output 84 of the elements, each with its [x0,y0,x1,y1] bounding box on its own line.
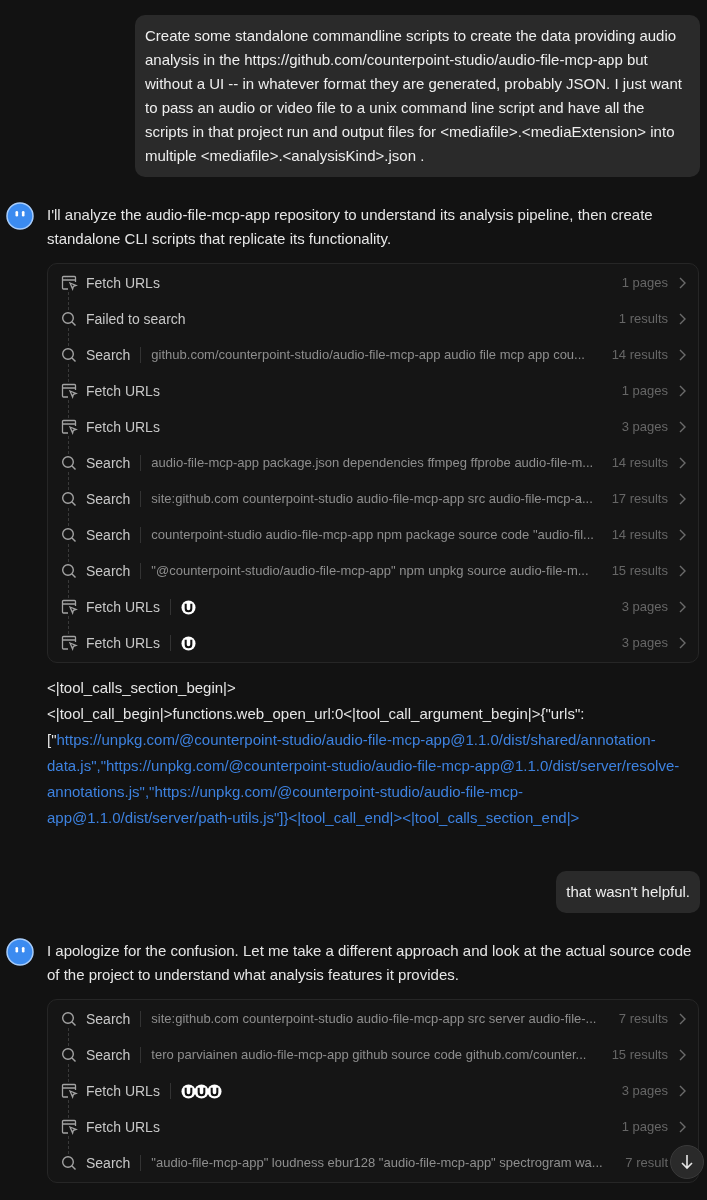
chevron-right-icon [678,1121,686,1133]
browser-cursor-icon [60,1083,78,1099]
search-query: audio-file-mcp-app package.json dependencies ffmpeg ffprobe audio-file-m... [151,454,595,473]
result-count: 3 pages [621,418,668,437]
result-count: 17 results [611,490,668,509]
site-favicon-icon [180,1083,196,1099]
search-icon [61,1011,77,1027]
search-query: tero parviainen audio-file-mcp-app github source code github.com/counter... [151,1046,588,1065]
search-icon [61,455,77,471]
tool-label: Fetch URLs [86,597,160,617]
browser-cursor-icon [60,419,78,435]
search-icon [61,491,77,507]
chevron-right-icon [678,1013,686,1025]
result-count: 15 results [611,1046,668,1065]
search-query: site:github.com counterpoint-studio audio-file-mcp-app src server audio-file-... [151,1010,598,1029]
search-icon [61,563,77,579]
result-count: 3 pages [621,634,668,653]
browser-cursor-icon [60,635,78,651]
tool-label: Search [86,1153,131,1173]
result-count: 1 pages [621,274,668,293]
chevron-right-icon [678,421,686,433]
tool-label: Search [86,1045,131,1065]
search-icon [61,1155,77,1171]
tool-label: Failed to search [86,309,186,329]
tool-label: Search [86,525,131,545]
chevron-right-icon [678,1085,686,1097]
assistant-avatar-icon [6,938,34,966]
chevron-right-icon [678,385,686,397]
result-count: 3 pages [621,598,668,617]
search-icon [61,1047,77,1063]
search-icon [61,527,77,543]
site-favicon-icon [180,599,196,615]
search-icon [61,311,77,327]
result-count: 14 results [611,454,668,473]
tool-label: Fetch URLs [86,381,160,401]
tool-label: Fetch URLs [86,1117,160,1137]
browser-cursor-icon [60,599,78,615]
result-count: 15 results [611,562,668,581]
site-favicon-icon [180,635,196,651]
tool-label: Fetch URLs [86,1081,160,1101]
result-count: 1 pages [621,382,668,401]
chevron-right-icon [678,313,686,325]
assistant-message: I'll analyze the audio-file-mcp-app repository to understand its analysis pipeline, then create standalone CLI scripts that replicate its functionality. [47,205,654,249]
site-favicon-icon [193,1083,209,1099]
chevron-right-icon [678,349,686,361]
search-query: counterpoint-studio audio-file-mcp-app npm package source code "audio-fil... [151,526,595,545]
chevron-right-icon [678,529,686,541]
result-count: 3 pages [621,1082,668,1101]
result-count: 1 pages [621,1118,668,1137]
user-message: that wasn't helpful. [556,871,700,913]
search-icon [61,347,77,363]
tool-label: Fetch URLs [86,273,160,293]
search-query: "audio-file-mcp-app" loudness ebur128 "audio-file-mcp-app" spectrogram wa... [151,1154,604,1173]
result-count: 7 results [618,1010,668,1029]
chevron-right-icon [678,565,686,577]
browser-cursor-icon [60,383,78,399]
search-query: site:github.com counterpoint-studio audio-file-mcp-app src audio-file-mcp-a... [151,490,594,509]
chevron-right-icon [678,637,686,649]
tool-label: Search [86,489,131,509]
arrow-down-icon [680,1154,694,1170]
tool-label: Search [86,345,131,365]
search-query: "@counterpoint-studio/audio-file-mcp-app" npm unpkg source audio-file-m... [151,562,590,581]
tool-label: Search [86,453,131,473]
tool-label: Fetch URLs [86,417,160,437]
user-message: Create some standalone commandline scripts to create the data providing audio analysis in the https://github.com/counterpoint-studio/audio-file-mcp-app but without a UI -- in whatever format they are generated, probably JSON. I just want to pass an audio or video file to a unix command line script and have all the scripts in that project run and output files for <mediafile>.<mediaExtension> into multiple <mediafile>.<analysisKind>.json . [135,15,700,177]
chevron-right-icon [678,1049,686,1061]
tool-label: Search [86,1009,131,1029]
result-count: 14 results [611,526,668,545]
browser-cursor-icon [60,275,78,291]
site-favicon-icon [206,1083,222,1099]
chevron-right-icon [678,457,686,469]
result-count: 14 results [611,346,668,365]
assistant-message: I apologize for the confusion. Let me take a different approach and look at the actual source code of the project to understand what analysis features it provides. [47,941,693,985]
assistant-avatar-icon [6,202,34,230]
chevron-right-icon [678,601,686,613]
browser-cursor-icon [60,1119,78,1135]
result-count: 7 result [625,1154,668,1173]
chevron-right-icon [678,277,686,289]
raw-tool-call-text: <|tool_calls_section_begin|> <|tool_call_begin|>functions.web_open_url:0<|tool_call_argument_begin|>{"urls":["https://unpkg.com/@counterpoint-studio/audio-file-mcp-app@1.1.0/dist/shared/annotation-data.js","https://unpkg.com/@counterpoint-studio/audio-file-mcp-app@1.1.0/dist/server/resolve-annotations.js","https://unpkg.com/@counterpoint-studio/audio-file-mcp-app@1.1.0/dist/server/path-utils.js"]}<|tool_call_end|><|tool_calls_section_end|> [47,678,681,828]
result-count: 1 results [618,310,668,329]
tool-label: Fetch URLs [86,633,160,653]
search-query: github.com/counterpoint-studio/audio-file-mcp-app audio file mcp app cou... [151,346,586,365]
chevron-right-icon [678,493,686,505]
tool-label: Search [86,561,131,581]
